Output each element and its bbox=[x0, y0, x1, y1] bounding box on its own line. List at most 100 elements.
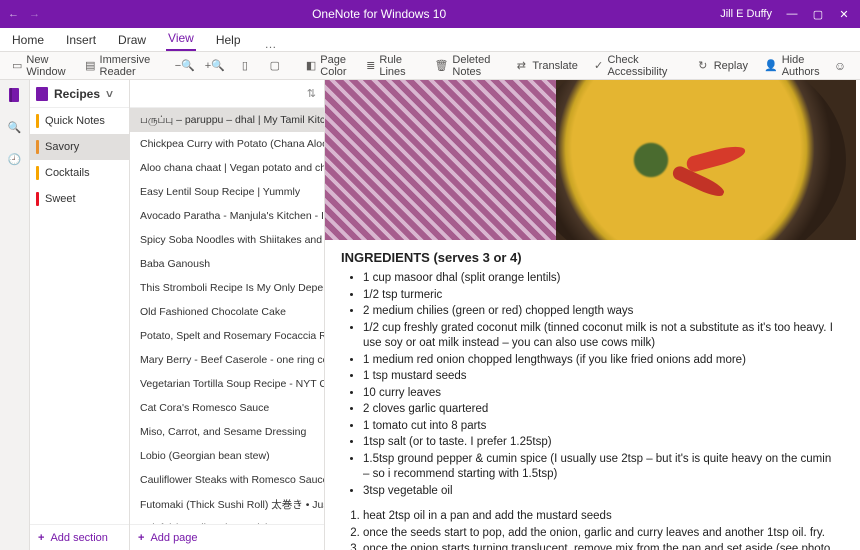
deleted-notes-button[interactable]: 🗑Deleted Notes bbox=[428, 51, 496, 81]
nav-forward-icon[interactable]: → bbox=[29, 8, 40, 20]
accessibility-icon: ✓ bbox=[594, 59, 604, 73]
recent-icon[interactable]: 🕘 bbox=[6, 150, 24, 168]
zoom-in-button[interactable]: +🔍 bbox=[202, 56, 228, 76]
section-color-bar bbox=[36, 166, 39, 180]
section-item[interactable]: Cocktails bbox=[30, 160, 129, 186]
page-item[interactable]: Vegetarian Tortilla Soup Recipe - NYT Co… bbox=[130, 372, 324, 396]
step-item: heat 2tsp oil in a pan and add the musta… bbox=[363, 509, 834, 525]
section-item[interactable]: Savory bbox=[30, 134, 129, 160]
ingredient-item: 3tsp vegetable oil bbox=[363, 484, 834, 500]
section-label: Savory bbox=[45, 141, 79, 153]
lines-icon: ≣ bbox=[366, 59, 375, 73]
tab-view[interactable]: View bbox=[166, 27, 196, 51]
section-label: Sweet bbox=[45, 193, 76, 205]
translate-icon: ⇄ bbox=[514, 59, 528, 73]
sort-icon[interactable]: ⇅ bbox=[307, 87, 316, 100]
page-item[interactable]: Aloo chana chaat | Vegan potato and chic… bbox=[130, 156, 324, 180]
width-icon: ▢ bbox=[268, 59, 282, 73]
chevron-down-icon: ˅ bbox=[106, 87, 113, 101]
note-canvas[interactable]: INGREDIENTS (serves 3 or 4) 1 cup masoor… bbox=[325, 80, 860, 550]
page-item[interactable]: Old Fashioned Chocolate Cake bbox=[130, 300, 324, 324]
ingredient-item: 1 medium red onion chopped lengthways (i… bbox=[363, 353, 834, 369]
ingredient-item: 2 medium chilies (green or red) chopped … bbox=[363, 304, 834, 320]
steps-list: heat 2tsp oil in a pan and add the musta… bbox=[363, 509, 834, 550]
hundred-icon: ▯ bbox=[238, 59, 252, 73]
minimize-button[interactable]: — bbox=[786, 8, 798, 20]
recipe-image bbox=[325, 80, 856, 240]
ingredient-item: 2 cloves garlic quartered bbox=[363, 402, 834, 418]
rule-lines-button[interactable]: ≣Rule Lines bbox=[360, 51, 416, 81]
ingredient-item: 1 cup masoor dhal (split orange lentils) bbox=[363, 271, 834, 287]
zoom-out-icon: −🔍 bbox=[178, 59, 192, 73]
app-title: OneNote for Windows 10 bbox=[48, 7, 710, 21]
trash-icon: 🗑 bbox=[434, 59, 448, 73]
nav-rail: 🔍 🕘 bbox=[0, 80, 30, 550]
step-item: once the seeds start to pop, add the oni… bbox=[363, 526, 834, 542]
ribbon-tabs: Home Insert Draw View Help … bbox=[0, 28, 860, 52]
section-pane: Recipes ˅ Quick Notes Savory Cocktails Swee… bbox=[30, 80, 130, 550]
page-item[interactable]: Mary Berry - Beef Caserole - one ring co… bbox=[130, 348, 324, 372]
translate-button[interactable]: ⇄Translate bbox=[508, 56, 583, 76]
tab-help[interactable]: Help bbox=[214, 29, 243, 51]
page-item[interactable]: Lobio (Georgian bean stew) bbox=[130, 444, 324, 468]
window-icon: ▭ bbox=[12, 59, 22, 73]
zoom-100-button[interactable]: ▯ bbox=[232, 56, 258, 76]
page-item[interactable]: Cauliflower Steaks with Romesco Sauce Re… bbox=[130, 468, 324, 492]
zoom-out-button[interactable]: −🔍 bbox=[172, 56, 198, 76]
zoom-in-icon: +🔍 bbox=[208, 59, 222, 73]
page-item[interactable]: Baba Ganoush bbox=[130, 252, 324, 276]
search-icon[interactable]: 🔍 bbox=[6, 118, 24, 136]
add-section-button[interactable]: +Add section bbox=[30, 524, 129, 550]
section-item[interactable]: Sweet bbox=[30, 186, 129, 212]
page-item[interactable]: Spicy Soba Noodles with Shiitakes and Ca… bbox=[130, 228, 324, 252]
tab-home[interactable]: Home bbox=[10, 29, 46, 51]
color-icon: ◧ bbox=[306, 59, 316, 73]
notebooks-icon[interactable] bbox=[6, 86, 24, 104]
tab-insert[interactable]: Insert bbox=[64, 29, 98, 51]
ingredient-item: 1.5tsp ground pepper & cumin spice (I us… bbox=[363, 452, 834, 483]
step-item: once the onion starts turning translucen… bbox=[363, 542, 834, 550]
section-label: Cocktails bbox=[45, 167, 90, 179]
new-window-button[interactable]: ▭New Window bbox=[6, 51, 75, 81]
page-item[interactable]: Potato, Spelt and Rosemary Focaccia Reci… bbox=[130, 324, 324, 348]
page-item[interactable]: பருப்பு – paruppu – dhal | My Tamil Kitc… bbox=[130, 108, 324, 132]
page-color-button[interactable]: ◧Page Color bbox=[300, 51, 356, 81]
notebook-header[interactable]: Recipes ˅ bbox=[30, 80, 129, 108]
tab-draw[interactable]: Draw bbox=[116, 29, 148, 51]
authors-icon: 👤 bbox=[764, 59, 778, 73]
immersive-reader-button[interactable]: ▤Immersive Reader bbox=[79, 51, 160, 81]
section-color-bar bbox=[36, 140, 39, 154]
notebook-icon bbox=[36, 87, 48, 101]
ingredient-item: 1 tsp mustard seeds bbox=[363, 369, 834, 385]
page-item[interactable]: Miso, Carrot, and Sesame Dressing bbox=[130, 420, 324, 444]
page-item[interactable]: Easy Lentil Soup Recipe | Yummly bbox=[130, 180, 324, 204]
user-name[interactable]: Jill E Duffy bbox=[720, 8, 772, 20]
page-width-button[interactable]: ▢ bbox=[262, 56, 288, 76]
add-page-button[interactable]: +Add page bbox=[130, 524, 324, 550]
section-color-bar bbox=[36, 192, 39, 206]
feedback-icon[interactable]: ☺ bbox=[834, 59, 846, 73]
replay-icon: ↻ bbox=[696, 59, 710, 73]
page-item[interactable]: This Stromboli Recipe Is My Only Depende… bbox=[130, 276, 324, 300]
page-item[interactable]: Avocado Paratha - Manjula's Kitchen - In… bbox=[130, 204, 324, 228]
page-item[interactable]: Chickpea Curry with Potato (Chana Aloo C… bbox=[130, 132, 324, 156]
maximize-button[interactable]: ▢ bbox=[812, 8, 824, 21]
tabs-overflow[interactable]: … bbox=[265, 37, 277, 51]
replay-button[interactable]: ↻Replay bbox=[690, 56, 754, 76]
ingredients-list: 1 cup masoor dhal (split orange lentils)… bbox=[363, 271, 834, 499]
page-item[interactable]: Futomaki (Thick Sushi Roll) 太巻き • Just O… bbox=[130, 492, 324, 516]
accessibility-button[interactable]: ✓Check Accessibility bbox=[588, 51, 678, 81]
page-item[interactable]: Cat Cora's Romesco Sauce bbox=[130, 396, 324, 420]
page-pane: ⇅ பருப்பு – paruppu – dhal | My Tamil Ki… bbox=[130, 80, 325, 550]
page-item[interactable]: Falafel (Israeli-Syrian Style) bbox=[130, 516, 324, 524]
ingredient-item: 1/2 tsp turmeric bbox=[363, 288, 834, 304]
hide-authors-button[interactable]: 👤Hide Authors bbox=[758, 51, 826, 81]
ingredient-item: 10 curry leaves bbox=[363, 386, 834, 402]
nav-back-icon[interactable]: ← bbox=[8, 8, 19, 20]
section-label: Quick Notes bbox=[45, 115, 105, 127]
close-button[interactable]: ✕ bbox=[838, 8, 850, 21]
section-item[interactable]: Quick Notes bbox=[30, 108, 129, 134]
ingredient-item: 1 tomato cut into 8 parts bbox=[363, 419, 834, 435]
section-color-bar bbox=[36, 114, 39, 128]
ingredient-item: 1/2 cup freshly grated coconut milk (tin… bbox=[363, 321, 834, 352]
